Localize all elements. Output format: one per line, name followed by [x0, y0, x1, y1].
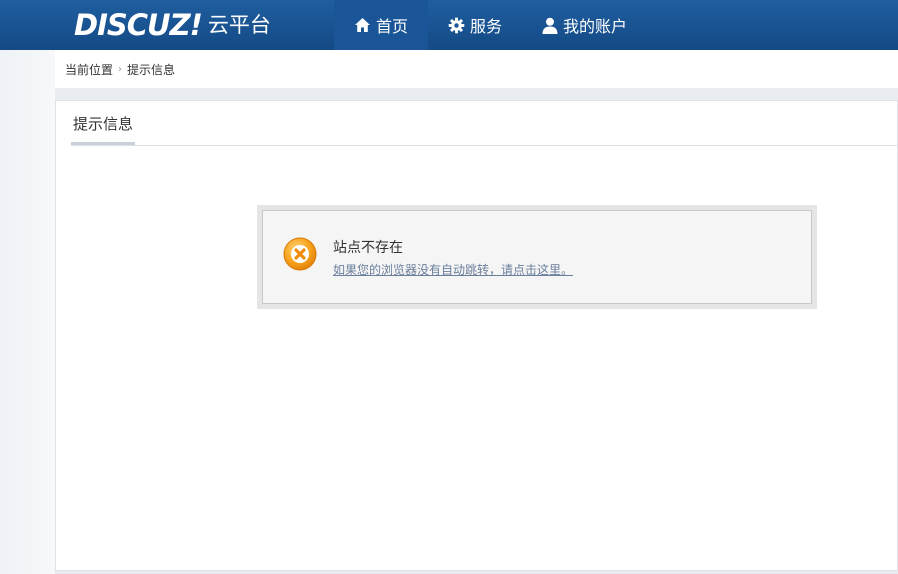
breadcrumb-current: 提示信息 [127, 62, 176, 77]
tab-notice[interactable]: 提示信息 [71, 113, 136, 145]
tab-bar: 提示信息 [71, 101, 897, 146]
gear-icon [448, 17, 465, 34]
breadcrumb-root[interactable]: 当前位置 [65, 61, 113, 78]
logo-subtitle: 云平台 [207, 13, 271, 37]
message-box: 站点不存在 如果您的浏览器没有自动跳转，请点击这里。 [257, 205, 817, 309]
top-header: DISCUZ! 云平台 首页 服务 我的账户 [0, 0, 898, 50]
breadcrumb-separator-icon: › [118, 63, 123, 75]
user-icon [542, 17, 558, 34]
message-box-inner: 站点不存在 如果您的浏览器没有自动跳转，请点击这里。 [262, 210, 812, 304]
logo[interactable]: DISCUZ! 云平台 [74, 10, 271, 40]
logo-mark: DISCUZ! [74, 8, 203, 42]
nav-label-account: 我的账户 [563, 17, 628, 36]
message-title: 站点不存在 [333, 240, 403, 256]
nav-label-home: 首页 [376, 17, 409, 36]
home-icon [354, 17, 371, 33]
nav-item-home[interactable]: 首页 [334, 0, 429, 50]
nav-item-services[interactable]: 服务 [428, 0, 522, 50]
left-gutter [0, 50, 55, 574]
redirect-link[interactable]: 如果您的浏览器没有自动跳转，请点击这里。 [333, 261, 573, 278]
breadcrumb: 当前位置 › 提示信息 [55, 50, 898, 88]
main-panel: 提示信息 站点不存在 如果您的浏览器没有自动跳转，请点击这里。 [55, 100, 898, 571]
error-x-icon [283, 237, 317, 274]
nav-label-services: 服务 [470, 17, 503, 36]
nav-item-account[interactable]: 我的账户 [522, 0, 647, 50]
main-nav: 首页 服务 我的账户 [334, 0, 647, 50]
